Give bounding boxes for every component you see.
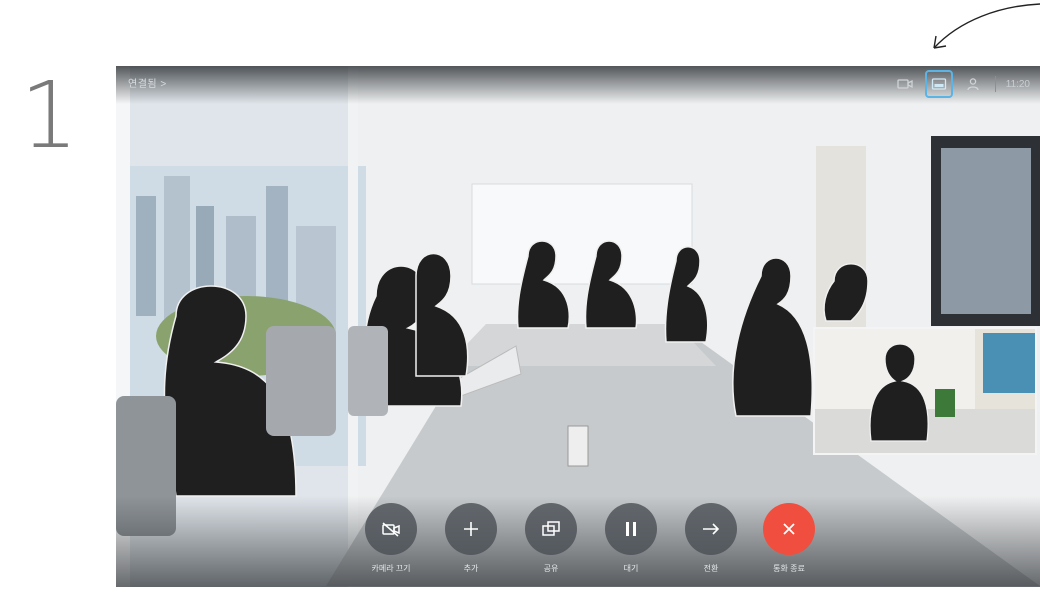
share-icon [542,521,560,536]
hold-button[interactable] [605,503,657,555]
add-control[interactable]: 추가 [436,503,506,574]
top-divider [994,76,996,92]
hold-label: 대기 [623,564,639,573]
end-call-button[interactable] [763,503,815,555]
top-icons: 11:20 [893,70,1030,98]
pointer-arrow-icon [933,3,1041,49]
add-button[interactable] [445,503,497,555]
share-label: 공유 [543,564,559,573]
camera-label: 카메라 끄기 [371,564,411,573]
camera-control[interactable]: 카메라 끄기 [356,503,426,574]
share-button[interactable] [525,503,577,555]
layout-icon[interactable] [924,70,953,98]
add-label: 추가 [463,564,479,573]
camera-icon[interactable] [893,72,917,96]
hold-control[interactable]: 대기 [596,503,666,574]
pause-icon [626,522,636,536]
self-view-scene [815,329,1035,453]
transfer-button[interactable] [685,503,737,555]
participants-icon[interactable] [961,72,985,96]
call-status-label[interactable]: 연결됨 > [128,75,167,90]
clock: 11:20 [1005,78,1030,90]
transfer-control[interactable]: 전환 [676,503,746,574]
video-call-screen: 연결됨 > 11:20 카메라 끄기 추가 공유 대기 전환 통화 종료 [116,66,1040,587]
camera-button[interactable] [365,503,417,555]
camera-off-icon [382,522,400,537]
end-call-control[interactable]: 통화 종료 [754,503,824,574]
step-number: 1 [20,62,79,169]
plus-icon [464,522,478,536]
call-controls: 카메라 끄기 추가 공유 대기 전환 통화 종료 [356,503,826,587]
top-bar: 연결됨 > 11:20 [116,66,1040,104]
self-view-video[interactable] [813,327,1037,455]
end-call-label: 통화 종료 [773,564,805,573]
transfer-label: 전환 [703,564,719,573]
arrow-right-icon [703,523,720,535]
share-control[interactable]: 공유 [516,503,586,574]
close-icon [783,523,795,535]
